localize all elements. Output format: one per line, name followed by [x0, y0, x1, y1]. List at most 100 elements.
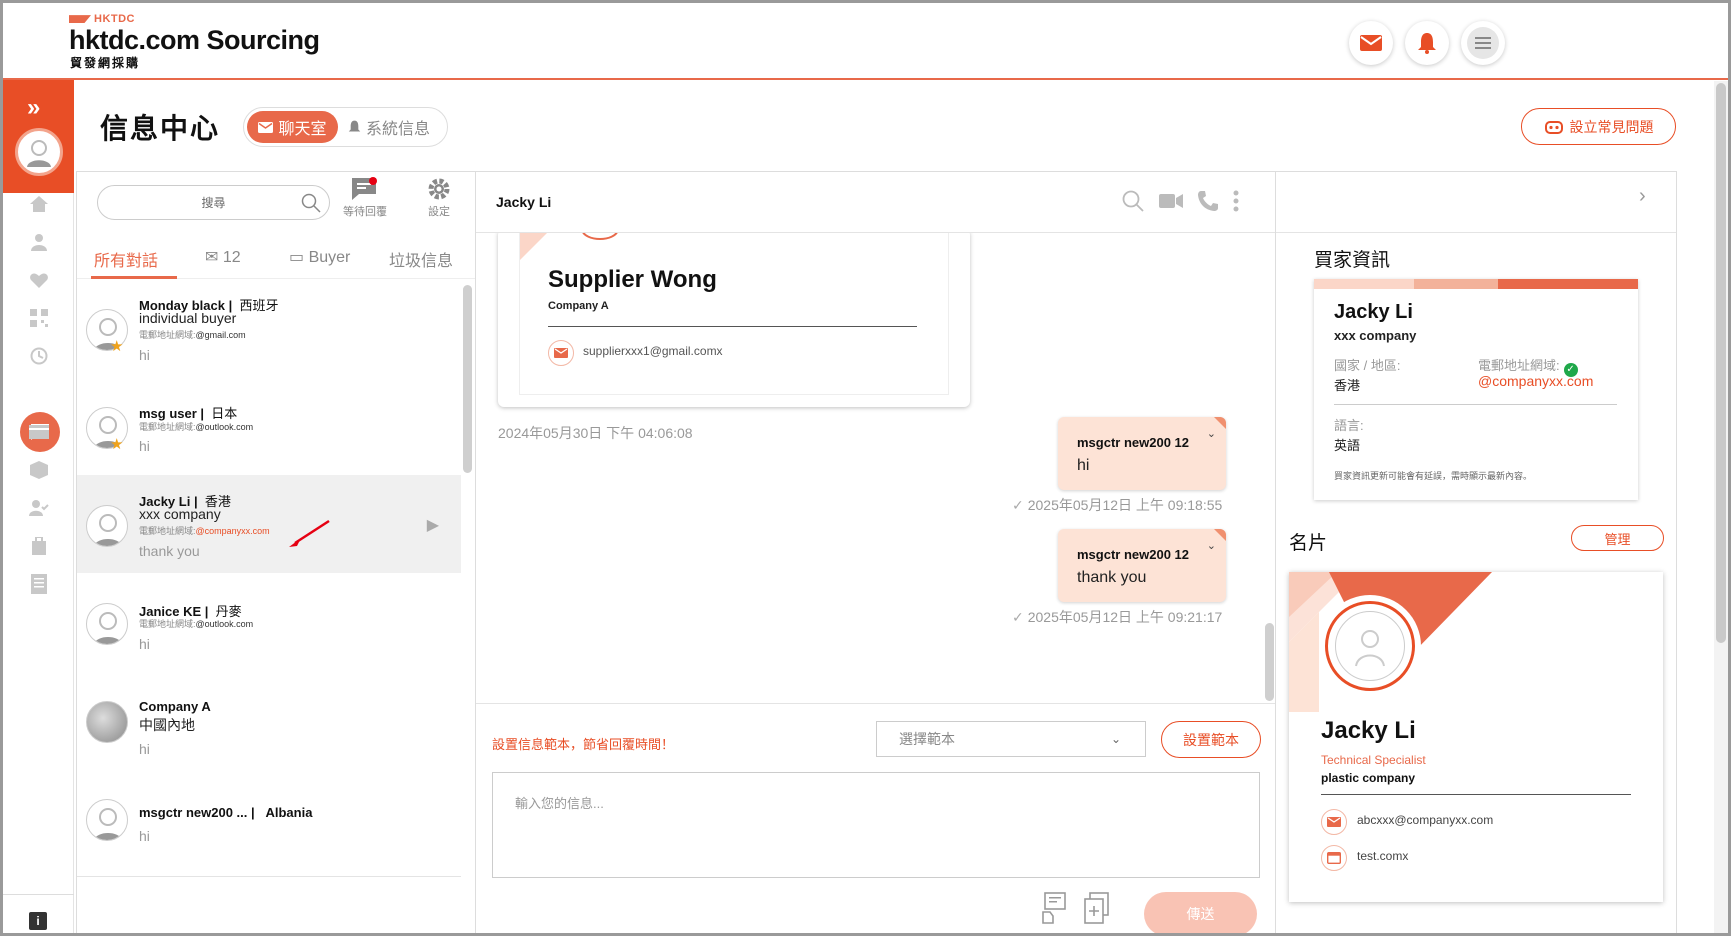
- conversation-name: msgctr new200 ... | Albania: [139, 805, 313, 820]
- star-icon: ★: [110, 436, 124, 453]
- namecard-name: Jacky Li: [1321, 717, 1416, 744]
- tab-system-messages[interactable]: 系統信息: [348, 111, 430, 143]
- tab-buyer[interactable]: ▭ Buyer: [289, 247, 350, 267]
- mailbox-icon: ✉: [205, 249, 219, 266]
- expand-nav-icon[interactable]: »: [27, 94, 40, 122]
- shared-namecard-message[interactable]: Supplier Wong Company A supplierxxx1@gma…: [498, 233, 970, 407]
- robot-icon: [1544, 120, 1563, 134]
- settings-tool[interactable]: 設定: [417, 175, 461, 219]
- info-icon[interactable]: i: [29, 912, 47, 930]
- conversation-item[interactable]: msgctr new200 ... | Albania hi: [77, 769, 461, 877]
- qr-code-icon[interactable]: [29, 308, 49, 328]
- chevron-right-icon[interactable]: ›: [1639, 185, 1646, 208]
- avatar: [86, 701, 128, 743]
- more-icon[interactable]: [1233, 190, 1239, 212]
- country-value: 香港: [1334, 378, 1361, 393]
- card-icon[interactable]: [29, 422, 49, 442]
- mail-icon: [548, 340, 574, 366]
- search-icon[interactable]: [1122, 190, 1144, 212]
- language-label: 語言:: [1334, 418, 1364, 433]
- manage-button[interactable]: 管理: [1571, 525, 1664, 551]
- template-select[interactable]: 選擇範本 ⌄: [876, 721, 1146, 757]
- heart-icon[interactable]: [29, 270, 49, 290]
- video-call-icon[interactable]: [1159, 194, 1183, 208]
- history-icon[interactable]: [29, 346, 49, 366]
- page-scrollbar-thumb[interactable]: [1716, 83, 1726, 643]
- share-namecard-icon[interactable]: [1041, 892, 1067, 924]
- conversation-item[interactable]: Janice KE | 丹麥 電郵地址網域:@outlook.com hi: [77, 573, 461, 681]
- conversation-scrollbar[interactable]: [463, 285, 472, 473]
- message-sender: msgctr new200 12: [1077, 547, 1190, 562]
- search-input[interactable]: 搜尋: [97, 185, 330, 220]
- gear-icon: [428, 178, 450, 200]
- conversation-last-message: thank you: [139, 543, 200, 559]
- phone-icon[interactable]: [1198, 191, 1218, 211]
- mail-button[interactable]: [1349, 21, 1393, 65]
- left-nav-profile: »: [3, 80, 74, 193]
- tab-unread-label: 12: [222, 249, 241, 266]
- conversation-email: 電郵地址網域:@gmail.com: [139, 330, 246, 340]
- template-select-value: 選擇範本: [899, 731, 955, 747]
- menu-icon: [1467, 27, 1499, 59]
- star-icon: ★: [110, 338, 124, 355]
- user-check-icon[interactable]: [29, 498, 49, 518]
- tab-unread[interactable]: ✉ 12: [205, 247, 241, 267]
- person-icon[interactable]: [29, 232, 49, 252]
- country-label: 國家 / 地區:: [1334, 358, 1401, 373]
- notification-button[interactable]: [1405, 21, 1449, 65]
- document-icon[interactable]: [29, 574, 49, 594]
- card-email: supplierxxx1@gmail.comx: [583, 344, 723, 358]
- search-icon[interactable]: [301, 193, 321, 213]
- chevron-down-icon[interactable]: ⌄: [1207, 427, 1216, 440]
- conversation-last-message: hi: [139, 438, 150, 454]
- card-company: Company A: [548, 300, 609, 312]
- menu-button[interactable]: [1461, 21, 1505, 65]
- box-icon[interactable]: [29, 460, 49, 480]
- conversation-item[interactable]: ★ msg user | 日本 電郵地址網域:@outlook.com hi: [77, 377, 461, 485]
- bell-icon: [1418, 33, 1436, 54]
- user-avatar[interactable]: [15, 128, 63, 176]
- conversation-last-message: hi: [139, 741, 150, 757]
- sent-message[interactable]: msgctr new200 12 hi ⌄: [1058, 417, 1226, 490]
- settings-label: 設定: [428, 206, 450, 218]
- set-template-button[interactable]: 設置範本: [1161, 721, 1261, 758]
- send-button[interactable]: 傳送: [1144, 892, 1257, 933]
- bag-icon[interactable]: [29, 536, 49, 556]
- message-timestamp: ✓ 2025年05月12日 上午 09:21:17: [1012, 609, 1223, 625]
- message-timestamp: 2024年05月30日 下午 04:06:08: [498, 425, 693, 441]
- waiting-reply-label: 等待回覆: [343, 206, 387, 218]
- conversation-item[interactable]: ★ Monday black | 西班牙 individual buyer 電郵…: [77, 279, 461, 387]
- tab-chat-room[interactable]: 聊天室: [247, 111, 338, 143]
- chat-scrollbar[interactable]: [1265, 623, 1274, 701]
- avatar: [86, 505, 128, 547]
- conversation-subtitle: individual buyer: [139, 310, 237, 326]
- info-divider: [1276, 232, 1676, 233]
- tab-spam[interactable]: 垃圾信息: [389, 247, 453, 271]
- add-file-icon[interactable]: [1084, 892, 1110, 924]
- conversation-item-selected[interactable]: Jacky Li | 香港 xxx company 電郵地址網域:@compan…: [77, 475, 461, 583]
- conversation-last-message: hi: [139, 347, 150, 363]
- namecard-divider: [1321, 794, 1631, 795]
- website-icon: [1321, 845, 1347, 871]
- chevron-down-icon: ⌄: [1110, 732, 1121, 746]
- message-input[interactable]: 輸入您的信息...: [492, 772, 1260, 878]
- chevron-down-icon[interactable]: ⌄: [1207, 539, 1216, 552]
- app-window: HKTDC hktdc.com Sourcing 貿發網採購 » i 信息中心 …: [0, 0, 1731, 936]
- tab-all-conversations[interactable]: 所有對話: [94, 247, 158, 271]
- sent-message[interactable]: msgctr new200 12 thank you ⌄: [1058, 529, 1226, 602]
- brand-title[interactable]: hktdc.com Sourcing: [69, 25, 320, 56]
- waiting-reply-tool[interactable]: 等待回覆: [343, 175, 387, 219]
- message-text: hi: [1077, 457, 1090, 474]
- buyer-company: xxx company: [1334, 328, 1417, 343]
- message-text: thank you: [1077, 569, 1147, 586]
- conversation-item[interactable]: Company A 中國內地 hi: [77, 671, 461, 779]
- home-icon[interactable]: [29, 194, 49, 214]
- page-scrollbar[interactable]: [1714, 81, 1728, 933]
- top-header: HKTDC hktdc.com Sourcing 貿發網採購: [3, 3, 1728, 80]
- card-decoration: [520, 233, 618, 260]
- chevron-right-icon: ▶: [426, 517, 439, 534]
- setup-faq-button[interactable]: 設立常見問題: [1521, 108, 1676, 145]
- bell-icon: [348, 120, 361, 132]
- chat-messages: Supplier Wong Company A supplierxxx1@gma…: [476, 233, 1262, 703]
- hktdc-logo[interactable]: HKTDC: [69, 13, 135, 25]
